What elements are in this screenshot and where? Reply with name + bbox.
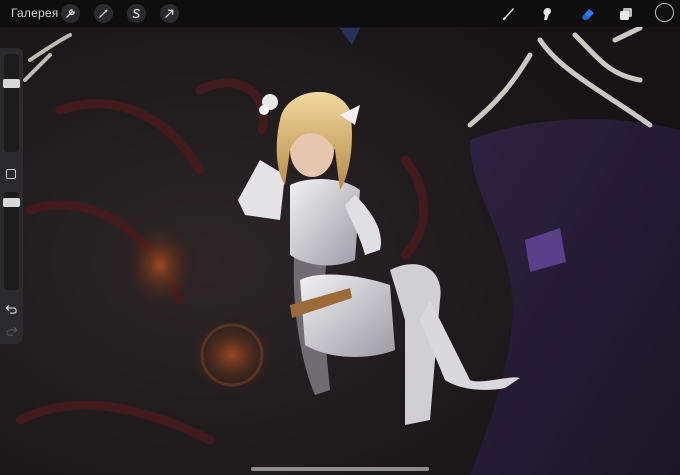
transform-button[interactable] <box>160 4 179 23</box>
brush-size-slider[interactable] <box>4 54 19 152</box>
selection-button[interactable] <box>127 4 146 23</box>
drawing-canvas[interactable] <box>0 0 680 475</box>
eraser-icon <box>581 8 594 20</box>
top-toolbar: Галерея <box>0 0 680 27</box>
transform-arrow-icon <box>165 9 174 18</box>
layers-button[interactable] <box>616 4 635 23</box>
redo-icon[interactable] <box>5 324 18 337</box>
magic-wand-icon <box>99 8 109 18</box>
procreate-app: Галерея <box>0 0 680 475</box>
modify-square-icon[interactable] <box>6 169 16 179</box>
left-sidebar <box>0 48 23 344</box>
selection-s-icon <box>132 8 140 19</box>
smudge-icon <box>543 7 551 20</box>
eraser-tool-button[interactable] <box>578 4 597 23</box>
color-picker-button[interactable] <box>655 3 674 22</box>
adjustments-button[interactable] <box>94 4 113 23</box>
brush-size-thumb[interactable] <box>3 78 20 88</box>
brush-tool-button[interactable] <box>498 4 517 23</box>
smudge-tool-button[interactable] <box>537 4 556 23</box>
home-indicator[interactable] <box>251 467 429 471</box>
brush-icon <box>502 7 514 20</box>
layers-icon <box>619 7 632 20</box>
actions-button[interactable] <box>61 4 80 23</box>
opacity-thumb[interactable] <box>3 198 20 208</box>
gallery-button[interactable]: Галерея <box>11 6 58 20</box>
undo-icon[interactable] <box>5 302 18 315</box>
wrench-icon <box>66 9 75 18</box>
